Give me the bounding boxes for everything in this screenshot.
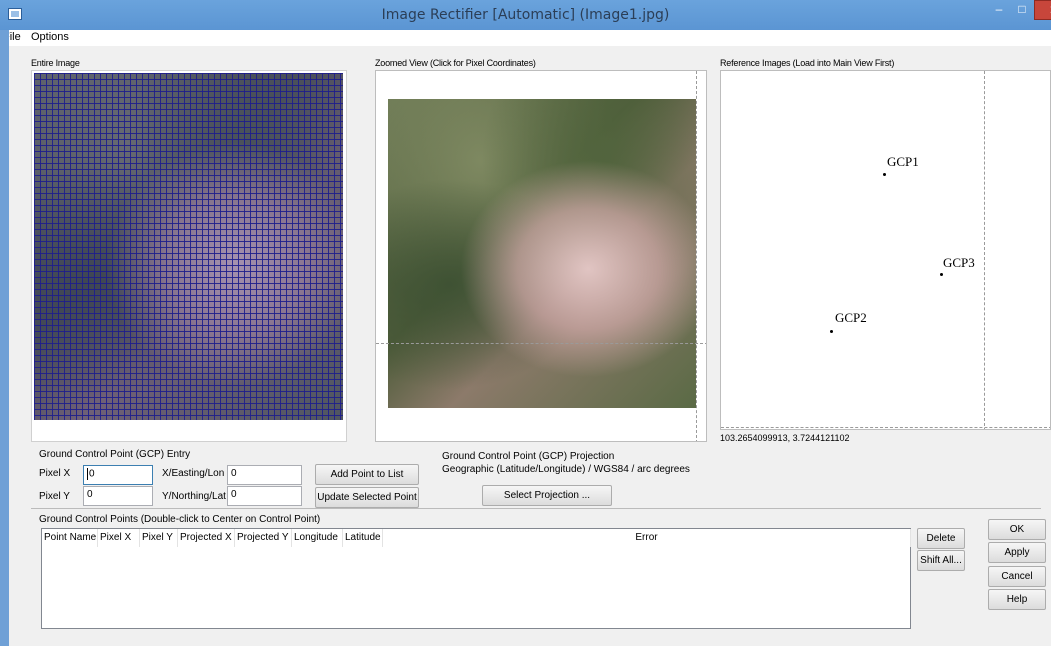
coordinate-readout: 103.2654099913, 3.7244121102 <box>720 433 850 443</box>
add-point-button[interactable]: Add Point to List <box>315 464 419 485</box>
window-title: Image Rectifier [Automatic] (Image1.jpg) <box>381 7 670 23</box>
select-projection-button[interactable]: Select Projection ... <box>482 485 612 506</box>
gcp-list-table[interactable]: Point Name Pixel X Pixel Y Projected X P… <box>41 528 911 629</box>
gcp-list-heading: Ground Control Points (Double-click to C… <box>39 514 321 525</box>
gcp3-marker[interactable] <box>940 273 943 276</box>
help-button[interactable]: Help <box>988 589 1046 610</box>
maximize-button[interactable]: □ <box>1010 0 1034 20</box>
northing-value: 0 <box>231 489 237 500</box>
pixel-y-field[interactable]: 0 <box>83 486 153 506</box>
pixel-y-value: 0 <box>87 489 93 500</box>
menu-options[interactable]: Options <box>31 31 69 43</box>
apply-button[interactable]: Apply <box>988 542 1046 563</box>
pixel-x-label: Pixel X <box>39 468 71 479</box>
close-button[interactable]: ✕ <box>1034 0 1051 20</box>
text-caret <box>87 468 88 480</box>
entire-image-view[interactable] <box>31 70 347 442</box>
zoomed-view-label: Zoomed View (Click for Pixel Coordinates… <box>375 58 536 68</box>
gcp-entry-heading: Ground Control Point (GCP) Entry <box>39 449 191 460</box>
shift-all-button[interactable]: Shift All... <box>917 550 965 571</box>
column-header-point-name[interactable]: Point Name <box>42 529 98 547</box>
ref-crosshair-horizontal <box>721 427 1050 428</box>
delete-button[interactable]: Delete <box>917 528 965 549</box>
pixel-x-value: 0 <box>89 468 95 480</box>
cancel-button[interactable]: Cancel <box>988 566 1046 587</box>
gcp3-label: GCP3 <box>943 255 975 270</box>
easting-value: 0 <box>231 468 237 479</box>
zoom-crosshair-vertical <box>696 71 697 441</box>
gcp1-marker[interactable] <box>883 173 886 176</box>
pixel-x-field[interactable]: 0 <box>83 465 153 485</box>
column-header-pixel-x[interactable]: Pixel X <box>98 529 140 547</box>
zoom-crosshair-horizontal <box>376 343 706 344</box>
column-header-latitude[interactable]: Latitude <box>343 529 383 547</box>
ok-button[interactable]: OK <box>988 519 1046 540</box>
menu-bar: File Options <box>9 30 1051 46</box>
column-header-pixel-y[interactable]: Pixel Y <box>140 529 178 547</box>
column-header-projected-y[interactable]: Projected Y <box>235 529 292 547</box>
zoomed-view[interactable] <box>375 70 707 442</box>
gcp2-label: GCP2 <box>835 310 867 325</box>
reference-image-view[interactable]: GCP1 GCP3 GCP2 <box>720 70 1051 430</box>
easting-field[interactable]: 0 <box>227 465 302 485</box>
menu-file[interactable]: File <box>9 31 21 43</box>
easting-label: X/Easting/Lon <box>162 468 225 479</box>
entire-image-label: Entire Image <box>31 58 80 68</box>
update-point-button[interactable]: Update Selected Point <box>315 487 419 508</box>
gcp1-label: GCP1 <box>887 154 919 169</box>
divider <box>31 508 1041 509</box>
northing-label: Y/Northing/Lat <box>162 491 226 502</box>
column-header-projected-x[interactable]: Projected X <box>178 529 235 547</box>
minimize-button[interactable]: – <box>988 0 1010 20</box>
northing-field[interactable]: 0 <box>227 486 302 506</box>
zoomed-aerial-photo <box>388 99 696 408</box>
column-header-longitude[interactable]: Longitude <box>292 529 343 547</box>
projection-heading: Ground Control Point (GCP) Projection <box>442 451 615 462</box>
reference-images-label: Reference Images (Load into Main View Fi… <box>720 58 895 68</box>
gcp2-marker[interactable] <box>830 330 833 333</box>
dialog-client-area: File Options Entire Image Zoomed View (C… <box>9 30 1051 646</box>
title-bar: Image Rectifier [Automatic] (Image1.jpg)… <box>0 0 1051 30</box>
column-header-error[interactable]: Error <box>383 529 911 547</box>
projection-current: Geographic (Latitude/Longitude) / WGS84 … <box>442 464 690 475</box>
ref-crosshair-vertical <box>984 71 985 429</box>
pixel-y-label: Pixel Y <box>39 491 70 502</box>
tile-grid-overlay <box>34 73 343 420</box>
